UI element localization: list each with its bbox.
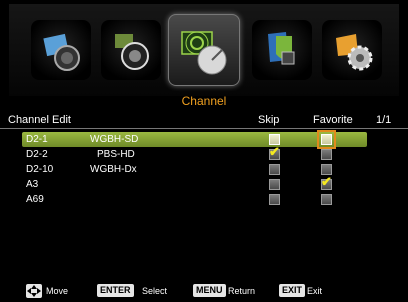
dpad-icon (26, 284, 42, 298)
settings-icon[interactable] (322, 20, 382, 80)
checkmark-icon: ✔ (321, 174, 332, 189)
exit-label: Exit (307, 286, 323, 296)
skip-checkbox[interactable] (269, 194, 280, 205)
channel-number: A3 (26, 179, 39, 190)
channel-row[interactable]: D2-2 PBS-HD ✔ (22, 145, 367, 162)
enter-key: ENTER (97, 284, 134, 297)
lock-icon[interactable] (252, 20, 312, 80)
favorite-column-header: Favorite (313, 114, 353, 126)
channel-row[interactable]: A3 ✔ (22, 175, 367, 192)
channel-name: PBS-HD (97, 149, 135, 160)
skip-column-header: Skip (258, 114, 280, 126)
channel-icon[interactable] (168, 14, 240, 86)
channel-row[interactable]: D2-1 WGBH-SD (22, 130, 367, 149)
section-title: Channel Edit (8, 114, 71, 126)
top-menu-bar (9, 4, 399, 96)
page-indicator: 1/1 (376, 114, 392, 126)
channel-name: WGBH-SD (90, 134, 139, 145)
favorite-checkbox[interactable]: ✔ (321, 175, 332, 190)
exit-key: EXIT (279, 284, 306, 297)
channel-number: D2-1 (26, 134, 48, 145)
move-label: Move (46, 286, 69, 296)
channel-edit-header: Channel Edit Skip Favorite 1/1 (0, 110, 408, 129)
channel-number: D2-2 (26, 149, 48, 160)
channel-row[interactable]: D2-10 WGBH-Dx (22, 162, 367, 177)
footer-help: Move ENTER Select MENU Return EXIT Exit (0, 282, 408, 300)
skip-checkbox[interactable] (269, 164, 280, 175)
picture-icon[interactable] (31, 20, 91, 80)
channel-number: A69 (26, 194, 44, 205)
favorite-checkbox[interactable] (321, 149, 332, 160)
select-label: Select (142, 286, 168, 296)
favorite-checkbox[interactable] (317, 130, 336, 149)
return-label: Return (228, 286, 256, 296)
menu-title: Channel (181, 94, 227, 108)
favorite-checkbox[interactable] (321, 194, 332, 205)
channel-number: D2-10 (26, 164, 54, 175)
skip-checkbox[interactable]: ✔ (269, 145, 280, 160)
skip-checkbox[interactable] (269, 179, 280, 190)
channel-row[interactable]: A69 (22, 192, 367, 207)
audio-icon[interactable] (101, 20, 161, 80)
checkmark-icon: ✔ (269, 144, 280, 159)
menu-key: MENU (193, 284, 226, 297)
channel-name: WGBH-Dx (90, 164, 137, 175)
